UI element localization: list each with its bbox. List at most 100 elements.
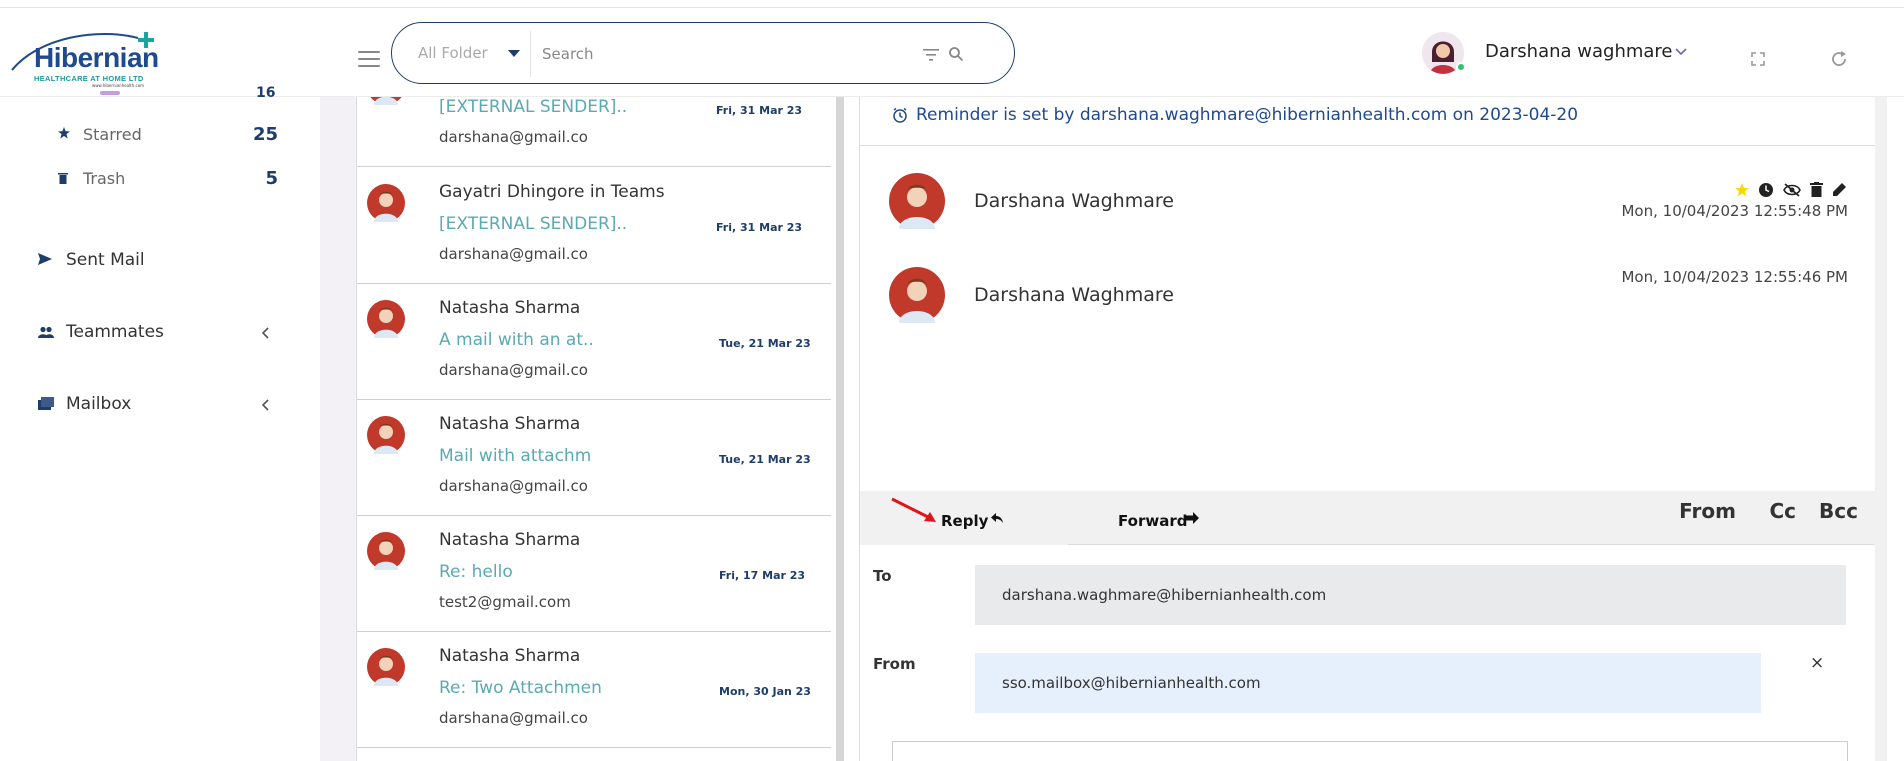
sidebar-item-trash[interactable]: Trash 5: [0, 168, 300, 199]
mail-subject: A mail with an at..: [439, 330, 594, 350]
sidebar-item-label: Teammates: [66, 322, 164, 342]
mail-sender-email: darshana@gmail.co: [439, 361, 588, 379]
hibernian-logo[interactable]: Hibernian HEALTHCARE AT HOME LTD www.hib…: [10, 26, 170, 88]
sidebar-cut-label: [100, 91, 120, 95]
search-input[interactable]: [542, 41, 842, 67]
message-actions: [1731, 179, 1847, 197]
mail-list-item[interactable]: [EXTERNAL SENDER].. Fri, 31 Mar 23 darsh…: [357, 97, 831, 167]
app-header: Hibernian HEALTHCARE AT HOME LTD www.hib…: [0, 8, 1904, 97]
fullscreen-icon[interactable]: [1751, 52, 1765, 66]
sidebar-item-label: Mailbox: [66, 394, 132, 414]
mail-date: Tue, 21 Mar 23: [719, 453, 811, 466]
mail-list-item[interactable]: Natasha Sharma Re: hello Fri, 17 Mar 23 …: [357, 516, 831, 632]
to-field[interactable]: [975, 565, 1846, 625]
sidebar-item-count: 5: [265, 168, 278, 189]
mail-sender-email: darshana@gmail.co: [439, 128, 588, 146]
mail-sender: Natasha Sharma: [439, 298, 581, 318]
contact-avatar-icon: [367, 300, 405, 338]
mail-sender: Natasha Sharma: [439, 646, 581, 666]
star-icon: [58, 127, 70, 139]
from-label: From: [873, 655, 916, 673]
contact-avatar-icon: [367, 532, 405, 570]
sidebar-gutter: [320, 97, 356, 761]
from-field[interactable]: [975, 653, 1761, 713]
reply-arrow-icon: [991, 513, 1003, 523]
mail-date: Fri, 31 Mar 23: [716, 221, 803, 234]
menu-toggle-icon[interactable]: [358, 51, 380, 67]
search-divider: [530, 31, 531, 77]
mail-date: Tue, 21 Mar 23: [719, 337, 811, 350]
search-bar: All Folder: [391, 22, 1015, 84]
refresh-icon[interactable]: [1830, 50, 1848, 68]
mail-subject: [EXTERNAL SENDER]..: [439, 97, 628, 117]
mail-sender: Natasha Sharma: [439, 530, 581, 550]
mail-list: [EXTERNAL SENDER].. Fri, 31 Mar 23 darsh…: [356, 97, 831, 761]
reply-label: Reply: [941, 512, 989, 530]
chevron-left-icon[interactable]: [262, 399, 270, 411]
mail-subject: Mail with attachm: [439, 446, 592, 466]
mail-list-scrollbar[interactable]: [836, 97, 844, 761]
pane-divider: [860, 145, 1875, 146]
chevron-down-icon[interactable]: [1675, 48, 1687, 56]
user-name[interactable]: Darshana waghmare: [1485, 41, 1673, 62]
mail-date: Fri, 31 Mar 23: [716, 104, 803, 117]
cc-toggle[interactable]: Cc: [1769, 499, 1796, 523]
bcc-toggle[interactable]: Bcc: [1819, 499, 1858, 523]
contact-avatar-icon: [370, 97, 402, 105]
clock-icon[interactable]: [1758, 182, 1774, 198]
trash-icon: [58, 173, 68, 184]
forward-tab[interactable]: Forward: [1118, 512, 1187, 530]
sidebar-item-sent-mail[interactable]: Sent Mail: [0, 247, 300, 279]
edit-pencil-icon[interactable]: [1832, 182, 1847, 197]
thread-message[interactable]: Darshana Waghmare Mon, 10/04/2023 12:55:…: [860, 267, 1875, 347]
mail-sender-email: darshana@gmail.co: [439, 477, 588, 495]
logo-name: Hibernian: [34, 42, 159, 73]
sidebar-item-label: Starred: [83, 125, 142, 144]
eye-off-icon[interactable]: [1782, 182, 1801, 197]
mail-list-item[interactable]: Gayatri Dhingore in Teams [EXTERNAL SEND…: [357, 168, 831, 284]
close-icon[interactable]: ×: [1810, 653, 1824, 673]
folder-select[interactable]: All Folder: [418, 44, 488, 62]
reading-pane: Reminder is set by darshana.waghmare@hib…: [859, 97, 1875, 761]
browser-top-strip: [0, 0, 1904, 8]
sidebar: 16 Starred 25 Trash 5 Sent Mail Teammate…: [0, 85, 320, 761]
to-label: To: [873, 567, 892, 585]
contact-avatar-icon: [367, 416, 405, 454]
reading-pane-scrollbar[interactable]: [1875, 97, 1887, 761]
message-date: Mon, 10/04/2023 12:55:46 PM: [1621, 268, 1848, 286]
from-toggle[interactable]: From: [1679, 499, 1736, 523]
trash-icon[interactable]: [1809, 182, 1823, 197]
mail-sender-email: darshana@gmail.co: [439, 709, 588, 727]
star-icon[interactable]: [1734, 182, 1749, 197]
mail-subject: Re: hello: [439, 562, 513, 582]
mail-date: Mon, 30 Jan 23: [719, 685, 811, 698]
mail-subject: Re: Two Attachmen: [439, 678, 602, 698]
alarm-clock-icon: [893, 107, 907, 123]
forward-arrow-icon[interactable]: [1186, 511, 1200, 525]
mail-sender-email: test2@gmail.com: [439, 593, 571, 611]
mail-list-item[interactable]: Natasha Sharma Mail with attachm Tue, 21…: [357, 400, 831, 516]
mail-date: Fri, 17 Mar 23: [719, 569, 806, 582]
caret-down-icon[interactable]: [508, 50, 520, 57]
sidebar-item-starred[interactable]: Starred 25: [0, 124, 300, 155]
folder-icon: [38, 397, 54, 410]
message-sender-name: Darshana Waghmare: [974, 190, 1174, 212]
message-editor[interactable]: [892, 741, 1848, 761]
message-sender-name: Darshana Waghmare: [974, 284, 1174, 306]
sidebar-item-teammates[interactable]: Teammates: [0, 319, 300, 351]
mail-list-item[interactable]: Natasha Sharma A mail with an at.. Tue, …: [357, 284, 831, 400]
search-icon[interactable]: [948, 46, 964, 62]
mail-list-item[interactable]: Natasha Sharma Re: Two Attachmen Mon, 30…: [357, 632, 831, 748]
mail-sender: Gayatri Dhingore in Teams: [439, 182, 665, 202]
thread-message[interactable]: Darshana Waghmare Mon, 10/04/2023 12:55:…: [860, 173, 1875, 253]
message-date: Mon, 10/04/2023 12:55:48 PM: [1621, 202, 1848, 220]
online-status-dot: [1456, 62, 1466, 72]
filter-icon[interactable]: [923, 49, 939, 61]
contact-avatar-icon: [889, 267, 945, 323]
contact-avatar-icon: [889, 173, 945, 229]
logo-subtitle: HEALTHCARE AT HOME LTD: [34, 74, 144, 83]
sidebar-item-mailbox[interactable]: Mailbox: [0, 391, 300, 423]
sidebar-item-label: Trash: [83, 169, 126, 188]
sidebar-cut-count: 16: [256, 85, 276, 101]
chevron-left-icon[interactable]: [262, 327, 270, 339]
